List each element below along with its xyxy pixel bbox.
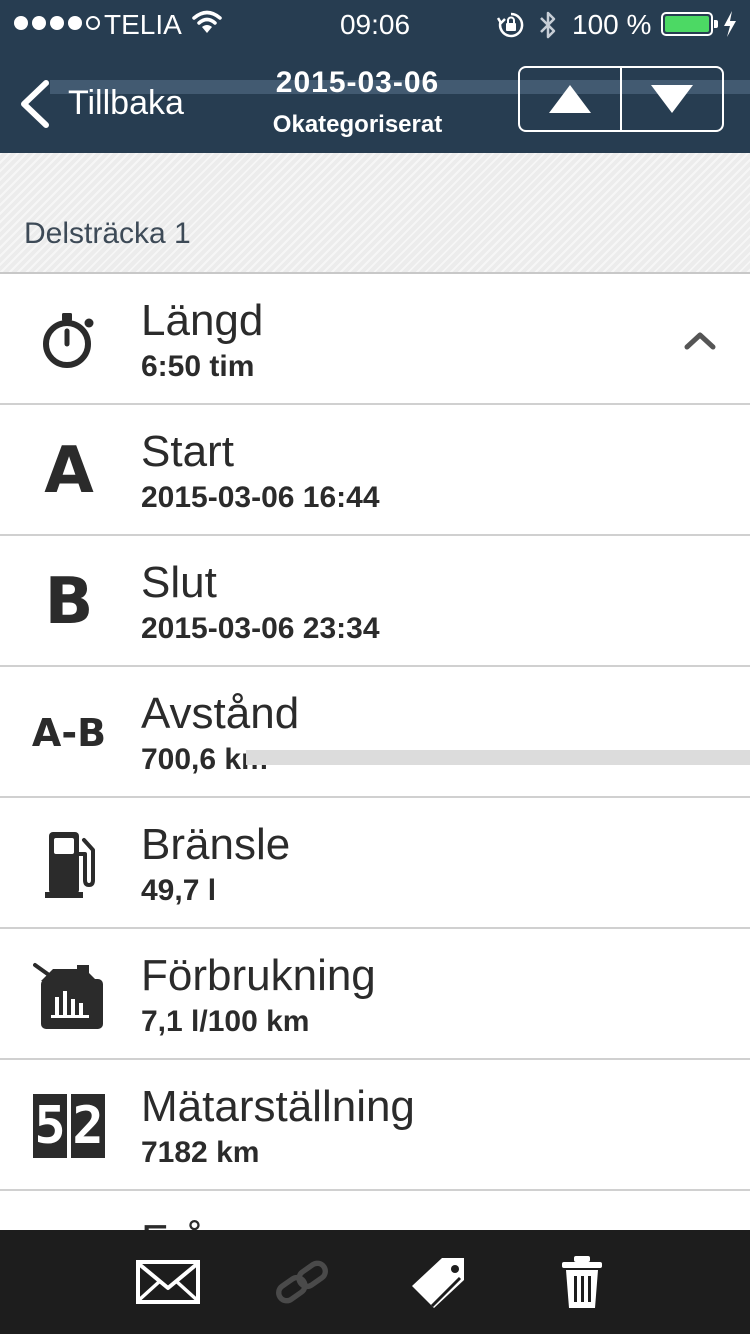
list-item-distance[interactable]: A-B Avstånd 700,6 km [0, 667, 750, 798]
odometer-digit: 5 [33, 1094, 67, 1158]
rotation-lock-icon [496, 11, 525, 44]
list-item-label: Mätarställning [141, 1082, 415, 1131]
list-item-label: Förbrukning [141, 951, 376, 1000]
icon-text: A [44, 434, 94, 508]
letter-b-icon: B [28, 562, 110, 642]
list-item-label: Bränsle [141, 820, 291, 869]
list-item-odometer[interactable]: 5 2 Mätarställning 7182 km [0, 1060, 750, 1191]
fuel-can-icon [28, 955, 110, 1035]
arrow-down-icon [651, 85, 693, 113]
link-button[interactable] [270, 1254, 334, 1310]
list-item-value: 49,7 l [141, 874, 217, 907]
list-item-label: Avstånd [141, 689, 300, 738]
battery-icon [661, 12, 718, 36]
list-item-start[interactable]: A Start 2015-03-06 16:44 [0, 405, 750, 536]
list-item-length[interactable]: Längd 6:50 tim [0, 274, 750, 405]
list-item-value: 7182 km [141, 1136, 260, 1169]
icon-text: B [44, 565, 94, 639]
list-item-label: Slut [141, 558, 217, 607]
prev-next-segmented-control [518, 66, 724, 132]
a-to-b-icon: A-B [28, 693, 110, 773]
list-item-value: 2015-03-06 16:44 [141, 481, 380, 514]
list-item-end[interactable]: B Slut 2015-03-06 23:34 [0, 536, 750, 667]
status-bar: TELIA 09:06 100 % [0, 0, 750, 50]
list-item-value: 7,1 l/100 km [141, 1005, 310, 1038]
top-bar: TELIA 09:06 100 % Tillbaka 2015-03-06 Ok… [0, 0, 750, 153]
list-item-value: 2015-03-06 23:34 [141, 612, 380, 645]
battery-percentage: 100 % [572, 9, 652, 40]
tag-button[interactable] [410, 1254, 474, 1310]
bottom-toolbar [0, 1230, 750, 1334]
navigation-bar: Tillbaka 2015-03-06 Okategoriserat [0, 50, 750, 153]
section-title: Delsträcka 1 [24, 217, 191, 250]
letter-a-icon: A [28, 431, 110, 511]
bluetooth-icon [538, 9, 558, 46]
list-item-value: 6:50 tim [141, 350, 255, 383]
delete-button[interactable] [550, 1254, 614, 1310]
list-item-partial[interactable]: Frå [0, 1190, 750, 1230]
trash-icon [562, 1256, 602, 1308]
odometer-digit: 2 [71, 1094, 105, 1158]
collapse-chevron-icon[interactable] [684, 330, 716, 355]
list-item-label: Längd [141, 296, 264, 345]
link-icon [276, 1260, 328, 1304]
charging-icon [722, 10, 738, 43]
list-item-consumption[interactable]: Förbrukning 7,1 l/100 km [0, 929, 750, 1060]
stopwatch-icon [28, 300, 110, 380]
odometer-icon: 5 2 [28, 1086, 110, 1166]
next-button[interactable] [620, 68, 722, 130]
detail-list: Längd 6:50 tim A Start 2015-03-06 16:44 … [0, 274, 750, 1230]
render-artifact [246, 750, 750, 765]
previous-button[interactable] [520, 68, 620, 130]
arrow-up-icon [549, 85, 591, 113]
mail-button[interactable] [136, 1254, 200, 1310]
list-item-fuel[interactable]: Bränsle 49,7 l [0, 798, 750, 929]
tag-icon [412, 1258, 464, 1308]
mail-icon [136, 1260, 200, 1304]
icon-text: A-B [31, 711, 107, 755]
list-item-label: Frå [141, 1216, 207, 1230]
list-item-label: Start [141, 427, 234, 476]
fuel-pump-icon [28, 824, 110, 904]
section-header: Delsträcka 1 [0, 153, 750, 274]
